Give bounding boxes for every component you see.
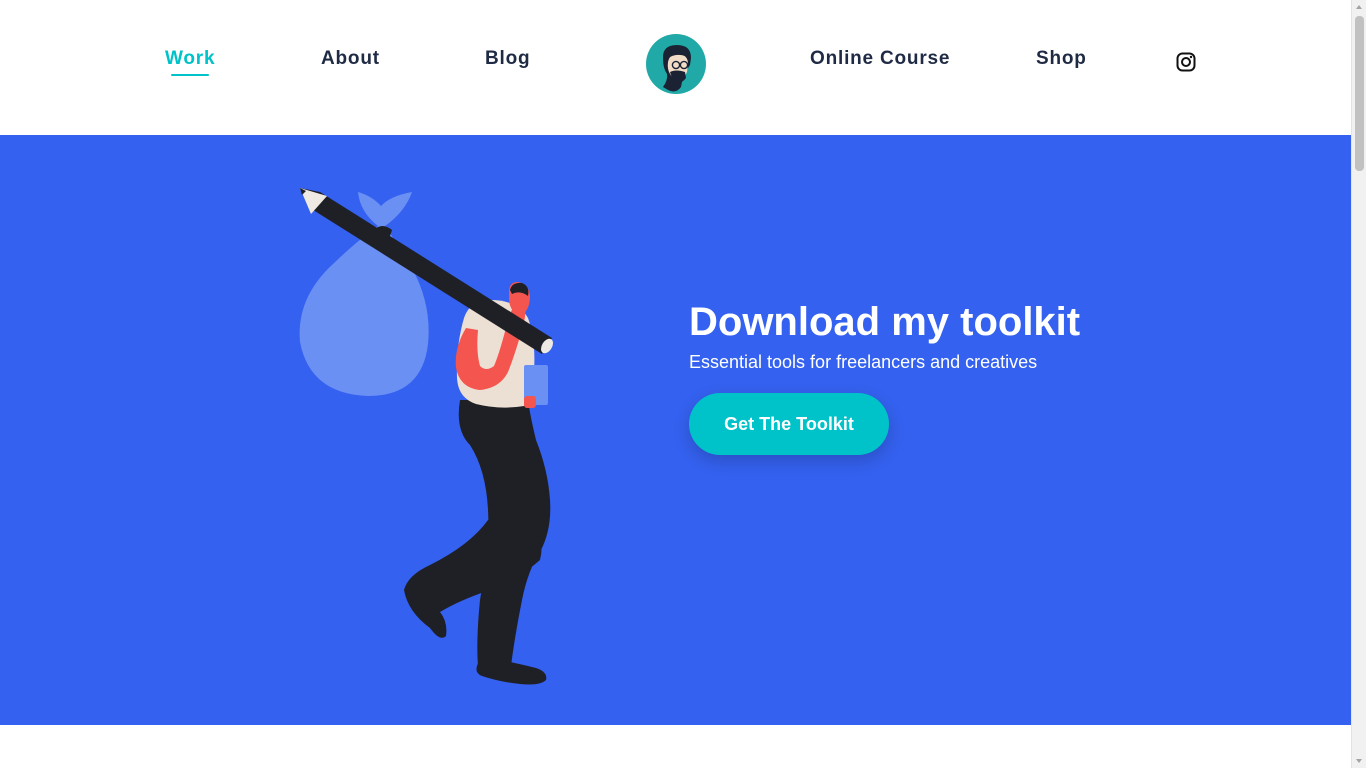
scroll-down-arrow-icon[interactable]	[1352, 754, 1366, 768]
avatar-logo-icon[interactable]	[646, 34, 706, 94]
nav-item-shop[interactable]: Shop	[1036, 48, 1087, 70]
nav-item-work[interactable]: Work	[165, 48, 215, 76]
nav-item-about[interactable]: About	[321, 48, 380, 70]
instagram-icon[interactable]	[1176, 52, 1196, 72]
hero-title: Download my toolkit	[689, 300, 1081, 344]
get-toolkit-button[interactable]: Get The Toolkit	[689, 393, 889, 455]
vertical-scrollbar[interactable]	[1351, 0, 1366, 768]
nav-item-blog[interactable]: Blog	[485, 48, 530, 70]
hero-section	[0, 135, 1351, 725]
page: Work About Blog Online Course Shop Downl…	[0, 0, 1351, 768]
scroll-up-arrow-icon[interactable]	[1352, 0, 1366, 14]
scrollbar-thumb[interactable]	[1355, 16, 1364, 171]
person-carrying-pencil-bundle-illustration	[290, 180, 570, 690]
nav-item-online-course[interactable]: Online Course	[810, 48, 950, 70]
top-navigation: Work About Blog Online Course Shop	[0, 0, 1351, 135]
hero-subtitle: Essential tools for freelancers and crea…	[689, 352, 1038, 372]
